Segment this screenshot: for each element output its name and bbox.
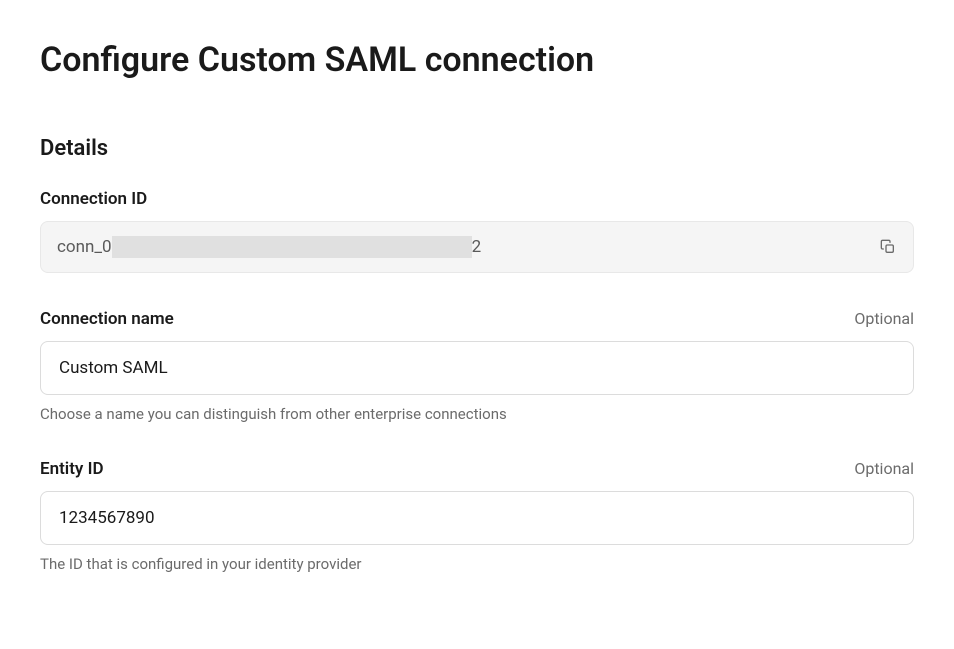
copy-icon[interactable] bbox=[879, 238, 897, 256]
entity-id-input[interactable] bbox=[40, 491, 914, 545]
connection-id-redacted bbox=[112, 236, 472, 258]
connection-id-suffix: 2 bbox=[472, 237, 482, 257]
connection-id-prefix: conn_0 bbox=[57, 237, 112, 257]
section-details-title: Details bbox=[40, 136, 914, 161]
connection-name-field: Connection name Optional Choose a name y… bbox=[40, 309, 914, 423]
connection-name-header: Connection name Optional bbox=[40, 309, 914, 329]
connection-id-value-box: conn_0 2 bbox=[40, 221, 914, 273]
entity-id-help: The ID that is configured in your identi… bbox=[40, 555, 914, 573]
page-title: Configure Custom SAML connection bbox=[40, 40, 914, 80]
connection-name-input[interactable] bbox=[40, 341, 914, 395]
entity-id-field: Entity ID Optional The ID that is config… bbox=[40, 459, 914, 573]
entity-id-optional: Optional bbox=[854, 459, 914, 478]
connection-name-help: Choose a name you can distinguish from o… bbox=[40, 405, 914, 423]
entity-id-label: Entity ID bbox=[40, 459, 104, 479]
connection-id-field: Connection ID conn_0 2 bbox=[40, 189, 914, 273]
connection-name-label: Connection name bbox=[40, 309, 174, 329]
connection-id-value: conn_0 2 bbox=[57, 236, 481, 258]
connection-id-header: Connection ID bbox=[40, 189, 914, 209]
connection-id-label: Connection ID bbox=[40, 189, 147, 209]
entity-id-header: Entity ID Optional bbox=[40, 459, 914, 479]
connection-name-optional: Optional bbox=[854, 309, 914, 328]
